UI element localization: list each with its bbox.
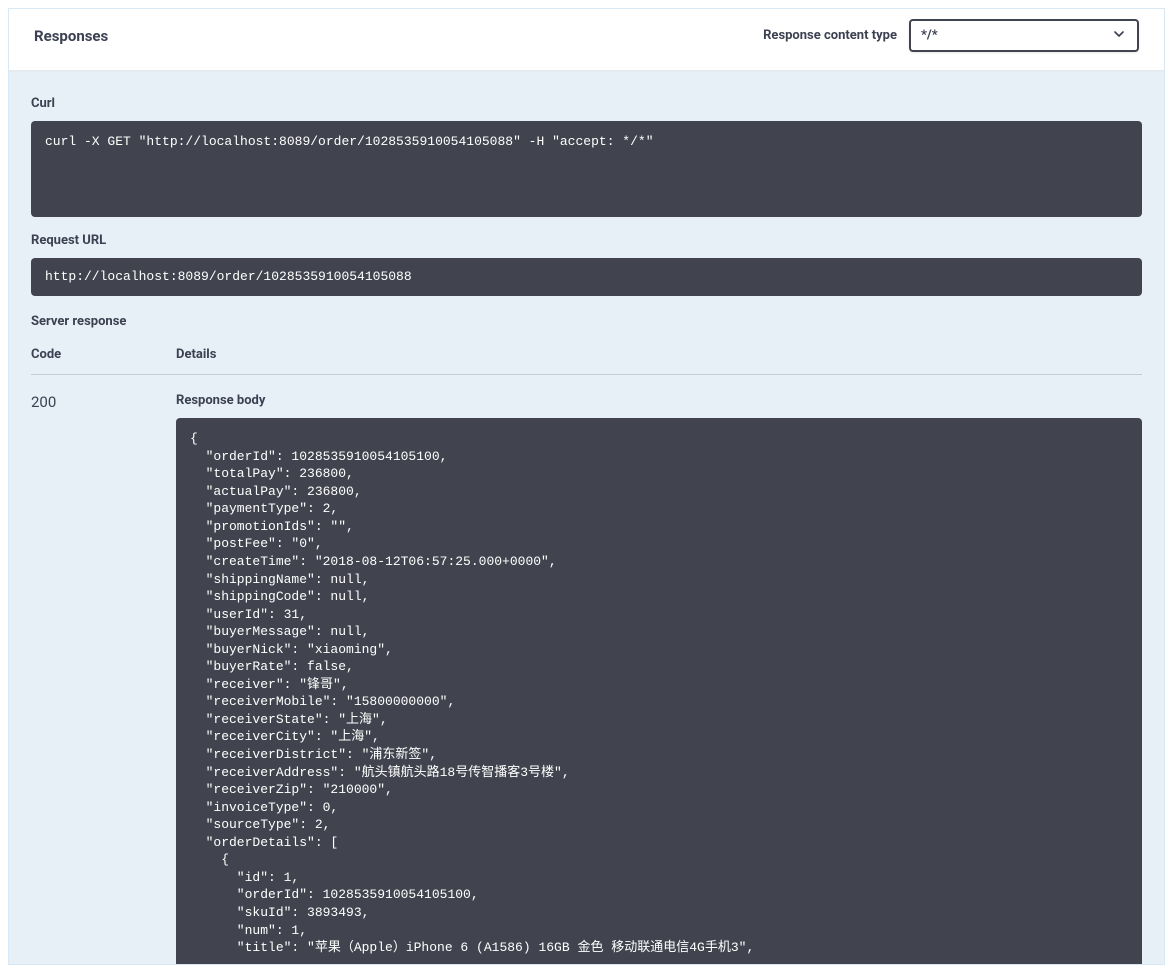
curl-label: Curl [31, 96, 1142, 111]
response-details: Response body { "orderId": 1028535910054… [176, 393, 1142, 965]
responses-body: Curl curl -X GET "http://localhost:8089/… [9, 71, 1164, 965]
response-body-block[interactable]: { "orderId": 1028535910054105100, "total… [176, 418, 1142, 965]
chevron-down-icon [1111, 26, 1127, 46]
details-header: Details [176, 347, 1142, 362]
response-code: 200 [31, 393, 176, 965]
server-response-label: Server response [31, 314, 1142, 329]
response-table-head: Code Details [31, 347, 1142, 375]
request-url-label: Request URL [31, 233, 1142, 248]
code-header: Code [31, 347, 176, 362]
content-type-wrap: Response content type */* [763, 19, 1139, 52]
curl-command-block[interactable]: curl -X GET "http://localhost:8089/order… [31, 121, 1142, 217]
response-row: 200 Response body { "orderId": 102853591… [31, 375, 1142, 965]
content-type-select[interactable]: */* [909, 19, 1139, 52]
content-type-value: */* [921, 28, 938, 43]
response-body-label: Response body [176, 393, 1142, 408]
responses-title: Responses [34, 27, 108, 45]
content-type-label: Response content type [763, 28, 897, 43]
swagger-responses-panel: Responses Response content type */* Curl… [8, 8, 1165, 965]
request-url-block[interactable]: http://localhost:8089/order/102853591005… [31, 258, 1142, 296]
responses-header: Responses Response content type */* [9, 9, 1164, 71]
